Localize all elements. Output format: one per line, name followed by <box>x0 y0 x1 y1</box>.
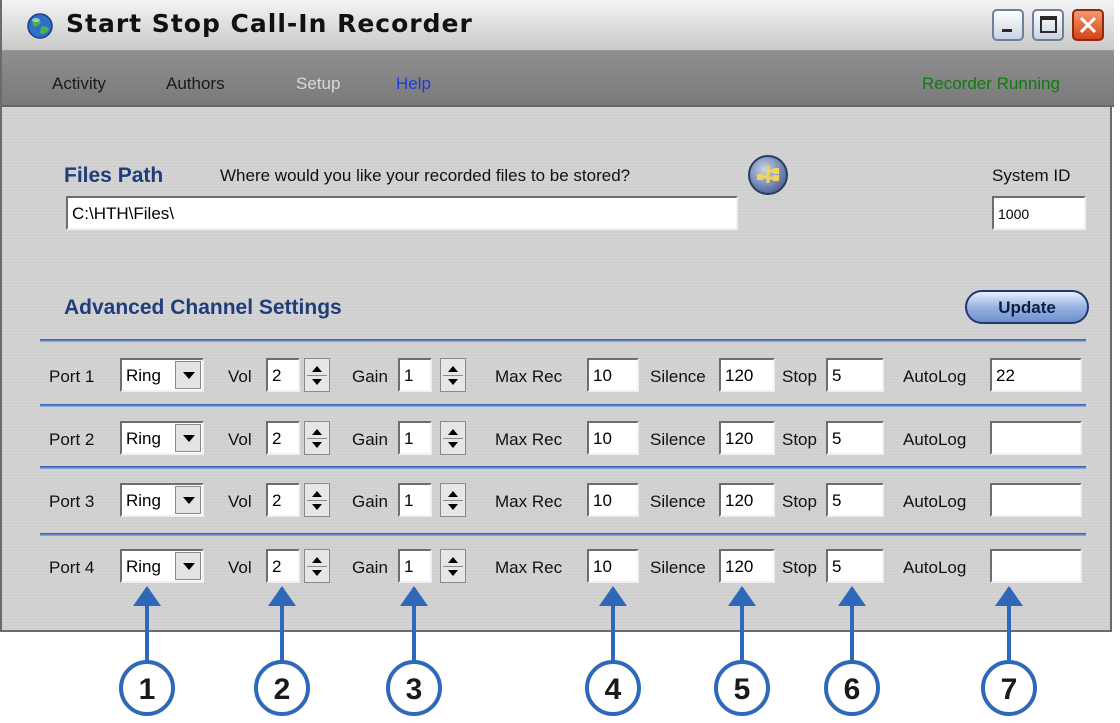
callout-number: 5 <box>734 673 751 706</box>
callout-5: 5 <box>714 586 770 716</box>
callout-3: 3 <box>386 586 442 716</box>
callout-number: 7 <box>1001 673 1018 706</box>
callout-1: 1 <box>119 586 175 716</box>
callout-6: 6 <box>824 586 880 716</box>
callout-7: 7 <box>981 586 1037 716</box>
callout-number: 6 <box>844 673 861 706</box>
callout-2: 2 <box>254 586 310 716</box>
callout-number: 4 <box>605 673 622 706</box>
callout-number: 2 <box>274 673 291 706</box>
callout-annotations: 1 2 3 4 5 6 7 <box>119 586 1037 716</box>
callout-4: 4 <box>585 586 641 716</box>
callout-number: 3 <box>406 673 423 706</box>
callout-number: 1 <box>139 673 156 706</box>
